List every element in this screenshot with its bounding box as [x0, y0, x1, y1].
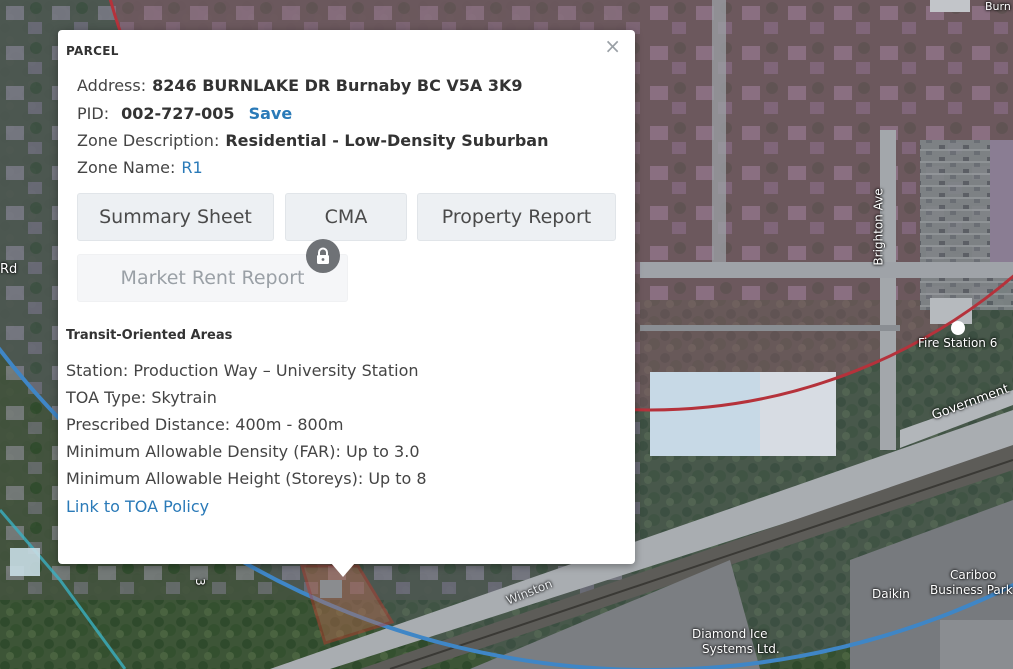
address-value: 8246 BURNLAKE DR Burnaby BC V5A 3K9: [152, 76, 523, 95]
toa-type: TOA Type: Skytrain: [66, 388, 217, 407]
zone-description-label: Zone Description:: [77, 131, 220, 150]
toa-station: Station: Production Way – University Sta…: [66, 361, 419, 380]
zone-name-row: Zone Name: R1: [77, 158, 203, 177]
lock-icon: [306, 239, 340, 273]
toa-section-title: Transit-Oriented Areas: [66, 328, 233, 343]
zone-description-value: Residential - Low-Density Suburban: [225, 131, 549, 150]
road-label-street-fragment: 3: [192, 578, 207, 586]
zone-name-link[interactable]: R1: [181, 158, 202, 177]
toa-distance: Prescribed Distance: 400m - 800m: [66, 415, 344, 434]
summary-sheet-button[interactable]: Summary Sheet: [77, 193, 274, 241]
popup-pointer: [331, 563, 355, 577]
address-label: Address:: [77, 76, 147, 95]
place-label-cariboo: Cariboo: [950, 568, 997, 582]
map-view[interactable]: Brighton Ave Government Winston Rd 3 Fir…: [0, 0, 1013, 669]
property-report-button[interactable]: Property Report: [417, 193, 616, 241]
toa-density: Minimum Allowable Density (FAR): Up to 3…: [66, 442, 420, 461]
cma-button[interactable]: CMA: [285, 193, 407, 241]
parcel-popup: PARCEL × Address: 8246 BURNLAKE DR Burnab…: [58, 30, 635, 564]
road-label-rd: Rd: [0, 262, 18, 277]
address-row: Address: 8246 BURNLAKE DR Burnaby BC V5A …: [77, 76, 523, 95]
pid-row: PID: 002-727-005 Save: [77, 104, 292, 123]
place-label-business-park: Business Park: [930, 583, 1013, 597]
pid-value: 002-727-005: [121, 104, 235, 123]
place-label-diamond-ice: Diamond Ice: [692, 627, 768, 641]
pid-label: PID:: [77, 104, 110, 123]
place-label-daikin: Daikin: [872, 587, 910, 601]
place-label-burnaby-fragment: Burn: [985, 0, 1011, 13]
zone-description-row: Zone Description: Residential - Low-Densi…: [77, 131, 549, 150]
zone-name-label: Zone Name:: [77, 158, 176, 177]
place-label-fire-station: Fire Station 6: [918, 336, 998, 350]
toa-policy-link[interactable]: Link to TOA Policy: [66, 497, 209, 516]
road-label-brighton-ave: Brighton Ave: [871, 188, 886, 266]
close-icon[interactable]: ×: [604, 36, 621, 56]
place-label-systems-ltd: Systems Ltd.: [702, 642, 780, 656]
save-link[interactable]: Save: [249, 104, 293, 123]
toa-height: Minimum Allowable Height (Storeys): Up t…: [66, 469, 427, 488]
popup-heading: PARCEL: [66, 44, 119, 58]
